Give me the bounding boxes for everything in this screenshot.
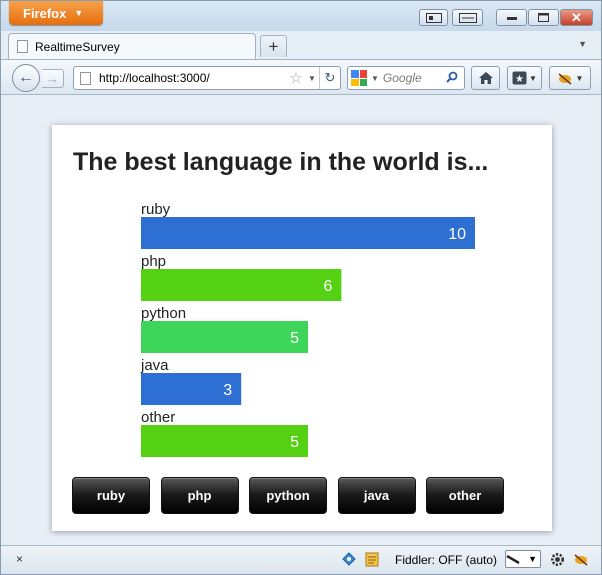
url-bar[interactable]: http://localhost:3000/ ☆ ▼ ↻ bbox=[73, 66, 341, 90]
forward-arrow-icon: → bbox=[46, 71, 59, 86]
minimize-icon bbox=[506, 16, 517, 20]
browser-window: Firefox ▼ ✕ RealtimeSurvey + ▼ ← → http:… bbox=[0, 0, 602, 575]
bar-value-python: 5 bbox=[290, 330, 299, 347]
bar-ruby bbox=[141, 217, 475, 249]
close-icon: ✕ bbox=[571, 9, 582, 25]
plus-icon: + bbox=[268, 36, 279, 56]
forward-button[interactable]: → bbox=[42, 69, 64, 88]
page-viewport: The best language in the world is... rub… bbox=[1, 95, 601, 545]
vote-ruby-button[interactable]: ruby bbox=[72, 477, 150, 514]
bar-value-php: 6 bbox=[323, 278, 332, 295]
tab-strip: RealtimeSurvey + ▼ bbox=[1, 31, 601, 59]
vote-java-button[interactable]: java bbox=[337, 477, 416, 514]
history-dropdown-icon[interactable]: ▼ bbox=[305, 74, 319, 83]
url-input[interactable]: http://localhost:3000/ bbox=[99, 71, 287, 85]
google-icon[interactable] bbox=[351, 70, 367, 86]
svg-text:★: ★ bbox=[515, 74, 524, 85]
tab-realtime-survey[interactable]: RealtimeSurvey bbox=[8, 33, 256, 59]
list-all-tabs-button[interactable]: ▼ bbox=[578, 39, 587, 49]
vote-other-button[interactable]: other bbox=[426, 477, 504, 514]
firefox-menu-label: Firefox bbox=[23, 5, 67, 21]
chevron-down-icon: ▼ bbox=[578, 39, 587, 49]
back-arrow-icon: ← bbox=[18, 69, 34, 86]
diamond-icon[interactable] bbox=[341, 551, 357, 567]
close-addon-bar-icon[interactable]: × bbox=[16, 552, 23, 566]
chevron-down-icon: ▼ bbox=[575, 73, 584, 83]
site-identity-icon bbox=[80, 71, 91, 85]
minimize-button[interactable] bbox=[496, 9, 527, 26]
panorama-button[interactable] bbox=[419, 9, 448, 26]
bookmarks-menu-button[interactable]: ★ ▼ bbox=[507, 66, 542, 90]
chevron-down-icon: ▼ bbox=[529, 73, 537, 83]
web-developer-dropdown[interactable]: ▼ bbox=[505, 550, 541, 568]
title-bar: Firefox ▼ ✕ bbox=[1, 1, 601, 31]
bar-php bbox=[141, 269, 342, 301]
gear-icon[interactable] bbox=[549, 551, 565, 567]
bar-value-other: 5 bbox=[290, 434, 299, 451]
chevron-down-icon: ▼ bbox=[528, 554, 537, 564]
bar-label-php: php bbox=[141, 253, 166, 270]
vote-php-button[interactable]: php bbox=[160, 477, 239, 514]
close-window-button[interactable]: ✕ bbox=[560, 9, 593, 26]
home-button[interactable] bbox=[471, 66, 500, 90]
page-icon bbox=[17, 40, 28, 53]
status-bar: × Fiddler: OFF (auto) ▼ bbox=[1, 545, 601, 574]
search-engine-dropdown-icon[interactable]: ▼ bbox=[371, 74, 379, 83]
vote-python-button[interactable]: python bbox=[249, 477, 327, 514]
search-icon[interactable] bbox=[446, 71, 464, 86]
maximize-button[interactable] bbox=[528, 9, 559, 26]
tab-title: RealtimeSurvey bbox=[35, 39, 120, 54]
new-tab-button[interactable]: + bbox=[260, 35, 287, 57]
bookmarks-icon: ★ bbox=[512, 71, 527, 85]
search-input[interactable]: Google bbox=[383, 71, 446, 85]
home-icon bbox=[478, 72, 493, 84]
bar-python bbox=[141, 321, 308, 353]
results-bar-chart: ruby 10 php 6 python 5 java 3 other 5 bbox=[140, 201, 475, 457]
tab-groups-icon bbox=[458, 12, 477, 23]
reload-icon[interactable]: ↻ bbox=[319, 67, 340, 89]
fiddler-icon[interactable] bbox=[573, 551, 589, 567]
survey-card: The best language in the world is... rub… bbox=[52, 125, 552, 531]
chevron-down-icon: ▼ bbox=[74, 8, 84, 18]
notes-icon[interactable] bbox=[364, 551, 380, 567]
tab-groups-button[interactable] bbox=[452, 9, 483, 26]
back-button[interactable]: ← bbox=[12, 64, 40, 92]
bar-label-java: java bbox=[140, 357, 169, 374]
maximize-icon bbox=[538, 13, 549, 22]
navigation-toolbar: ← → http://localhost:3000/ ☆ ▼ ↻ ▼ Googl… bbox=[1, 59, 601, 95]
bar-label-other: other bbox=[141, 409, 175, 426]
fiddler-toolbar-button[interactable]: ▼ bbox=[549, 66, 591, 90]
fiddler-icon bbox=[558, 73, 572, 85]
bar-value-java: 3 bbox=[223, 382, 232, 399]
bar-label-ruby: ruby bbox=[141, 201, 171, 218]
panorama-icon bbox=[425, 12, 442, 23]
bar-value-ruby: 10 bbox=[448, 226, 466, 243]
bar-label-python: python bbox=[141, 305, 186, 322]
pen-icon bbox=[506, 554, 520, 565]
bookmark-star-icon[interactable]: ☆ bbox=[287, 69, 305, 87]
bar-other bbox=[141, 425, 308, 457]
search-bar[interactable]: ▼ Google bbox=[347, 66, 465, 90]
fiddler-status-text[interactable]: Fiddler: OFF (auto) bbox=[395, 553, 497, 567]
firefox-menu-button[interactable]: Firefox ▼ bbox=[9, 1, 103, 25]
